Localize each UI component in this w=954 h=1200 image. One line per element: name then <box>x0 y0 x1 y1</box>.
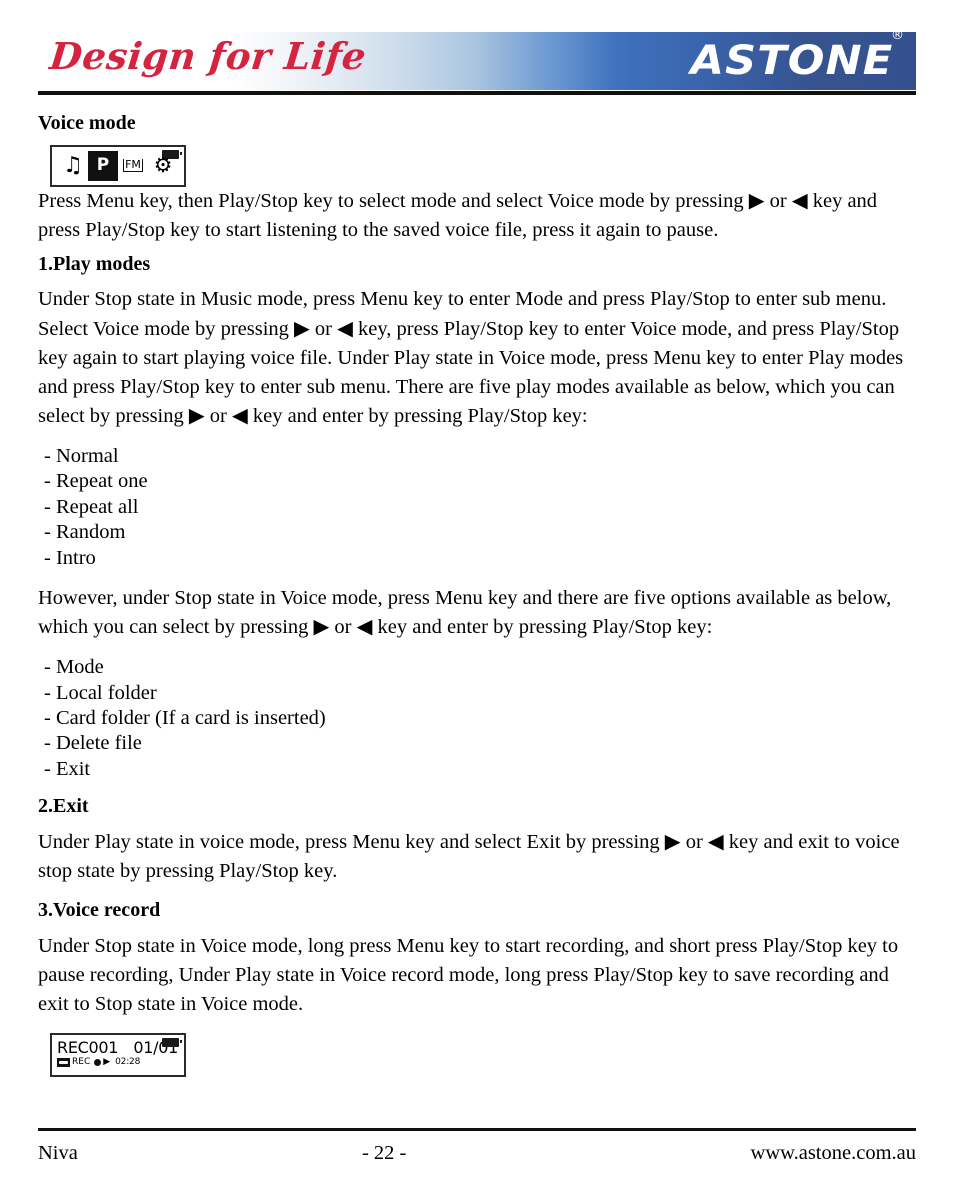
heading-voice-record: 3.Voice record <box>38 899 161 922</box>
fm-radio-icon: FM <box>123 158 143 173</box>
footer-model-name: Niva <box>38 1141 78 1164</box>
list-item: - Local folder <box>44 681 157 704</box>
list-item: - Exit <box>44 757 91 780</box>
list-play-modes: - Normal - Repeat one - Repeat all - Ran… <box>38 444 920 571</box>
list-item: - Card folder (If a card is inserted) <box>44 707 326 730</box>
battery-icon <box>162 1037 182 1047</box>
document-body: Voice mode ♫ P FM ⚙ Press Menu key, then… <box>38 112 920 1077</box>
recording-status-label: REC <box>72 1056 91 1067</box>
paragraph-play-modes: Under Stop state in Music mode, press Me… <box>38 288 904 427</box>
footer-divider <box>38 1128 916 1131</box>
paragraph-voice-record: Under Stop state in Voice mode, long pre… <box>38 934 899 1015</box>
recording-file-name: REC001 <box>57 1037 119 1057</box>
footer-page-number: - 22 - <box>361 1141 407 1164</box>
list-stop-state-options: - Mode - Local folder - Card folder (If … <box>38 655 920 782</box>
list-item: - Normal <box>44 444 119 467</box>
recording-elapsed-time: 02:28 <box>115 1056 141 1067</box>
voice-record-icon: P <box>88 150 118 181</box>
astone-logo: ASTONE ® <box>691 28 904 84</box>
lcd-mode-screen: ♫ P FM ⚙ <box>50 144 186 187</box>
lcd-recording-status-row: REC ▶ 02:28 <box>56 1057 180 1067</box>
list-item: - Delete file <box>44 732 142 755</box>
list-item: - Mode <box>44 656 104 679</box>
paragraph-exit: Under Play state in voice mode, press Me… <box>38 830 900 882</box>
heading-exit: 2.Exit <box>38 795 89 818</box>
tape-icon <box>57 1057 70 1067</box>
paragraph-stop-state-options: However, under Stop state in Voice mode,… <box>38 586 892 639</box>
header-divider <box>38 91 916 95</box>
page-header-banner: Design for Life ASTONE ® <box>38 28 916 90</box>
list-item: - Repeat one <box>44 470 148 493</box>
play-triangle-icon: ▶ <box>103 1056 111 1067</box>
settings-gear-icon: ⚙ <box>153 153 173 178</box>
intro-paragraph: Press Menu key, then Play/Stop key to se… <box>38 189 878 241</box>
astone-logo-wordmark: ASTONE <box>690 38 894 84</box>
list-item: - Repeat all <box>44 495 139 518</box>
music-note-icon: ♫ <box>63 152 83 178</box>
page-footer: Niva - 22 - www.astone.com.au <box>38 1138 916 1168</box>
list-item: - Intro <box>44 546 96 569</box>
tagline-text: Design for Life <box>47 34 369 78</box>
record-dot-icon <box>94 1058 102 1066</box>
section-title-voice-mode: Voice mode <box>38 112 136 134</box>
heading-play-modes: 1.Play modes <box>38 252 151 275</box>
footer-website: www.astone.com.au <box>750 1141 916 1164</box>
list-item: - Random <box>44 521 126 544</box>
lcd-recording-screen: REC001 01/01 REC ▶ 02:28 <box>50 1032 186 1077</box>
